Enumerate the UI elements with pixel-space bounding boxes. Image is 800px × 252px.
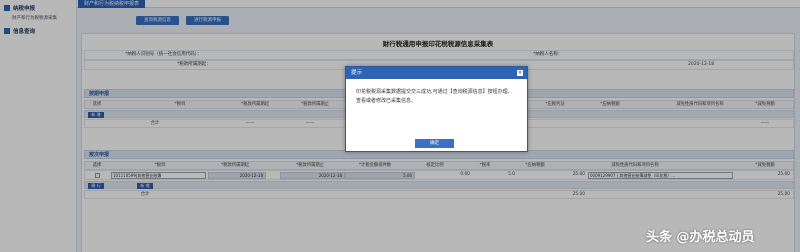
dialog-header: 提示 ×	[346, 67, 527, 79]
dialog-message: 印花税税源采集数据提交交三成功,可通过【查询税源信息】按钮办理、查看或者修改已采…	[356, 89, 513, 104]
close-icon[interactable]: ×	[517, 70, 523, 76]
alert-dialog: 提示 × 印花税税源采集数据提交交三成功,可通过【查询税源信息】按钮办理、查看或…	[345, 66, 528, 152]
dialog-title: 提示	[351, 70, 363, 76]
ok-button[interactable]: 确定	[415, 139, 454, 148]
watermark: 头条 @办税总动员	[646, 230, 755, 245]
